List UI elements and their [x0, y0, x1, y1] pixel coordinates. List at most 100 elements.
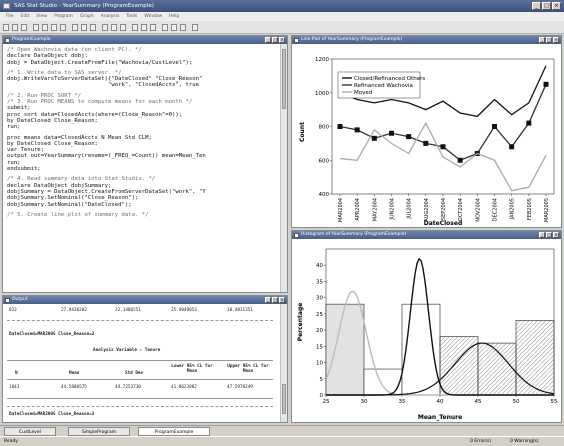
- undo-icon[interactable]: [72, 24, 78, 31]
- maximize-button[interactable]: □: [542, 2, 551, 10]
- line-maximize-button[interactable]: □: [546, 37, 552, 43]
- hist-y-tick-label: 5: [320, 377, 324, 383]
- output-text: 823 27.9438202 32.1486551 25.4049053 30.…: [3, 304, 280, 422]
- line-x-label: DateClosed: [424, 220, 462, 227]
- run-icon[interactable]: [132, 24, 138, 31]
- menu-analysis[interactable]: Analysis: [101, 12, 120, 21]
- output-analysis-title: Analysis Variable : Tenure: [93, 348, 161, 353]
- pan-icon[interactable]: [111, 24, 117, 31]
- program-maximize-button[interactable]: □: [272, 37, 278, 43]
- code-line: /* 5. Create line plot of summary data. …: [7, 211, 149, 218]
- hist-bar: [515, 320, 555, 396]
- zoom-icon[interactable]: [120, 24, 126, 31]
- hist-x-tick-label: 35: [399, 399, 406, 405]
- output-top-std: 32.1486551: [115, 308, 141, 313]
- line-marker: [423, 140, 429, 146]
- hist-close-button[interactable]: ×: [553, 232, 559, 238]
- find-icon[interactable]: [90, 24, 96, 31]
- legend-label-2: Moved: [354, 90, 372, 96]
- cut-icon[interactable]: [42, 24, 48, 31]
- program-scrollbar[interactable]: [280, 44, 287, 292]
- line-legend: Closed/Refinanced Others Refinanced Wach…: [337, 71, 425, 99]
- hist-y-tick-label: 10: [316, 361, 323, 367]
- select-icon[interactable]: [102, 24, 108, 31]
- line-plot-window: Line Plot of YearSummary (ProgramExample…: [291, 35, 562, 228]
- line-x-tick-label: AUG2004: [424, 198, 430, 222]
- line-y-tick-label: 400: [319, 192, 330, 198]
- menu-program[interactable]: Program: [54, 12, 73, 21]
- histogram-icon: [294, 232, 299, 238]
- output-divider-3: [7, 379, 273, 380]
- menu-edit[interactable]: Edit: [21, 12, 30, 21]
- output-minimize-button[interactable]: _: [265, 297, 271, 303]
- output-scrollbar[interactable]: [280, 304, 287, 422]
- hist-bar: [439, 336, 479, 396]
- menu-help[interactable]: Help: [169, 12, 179, 21]
- program-minimize-button[interactable]: _: [265, 37, 271, 43]
- save-icon[interactable]: [21, 24, 27, 31]
- paste-icon[interactable]: [60, 24, 66, 31]
- output-scrollbar-thumb[interactable]: [282, 384, 286, 414]
- open-icon[interactable]: [12, 24, 18, 31]
- hist-maximize-button[interactable]: □: [546, 232, 552, 238]
- menu-file[interactable]: File: [6, 12, 14, 21]
- output-maximize-button[interactable]: □: [272, 297, 278, 303]
- new-icon[interactable]: [3, 24, 9, 31]
- line-marker: [543, 81, 549, 87]
- tab-simpleprogram[interactable]: SimpleProgram: [68, 427, 130, 436]
- hist-y-tick-label: 30: [316, 296, 323, 302]
- stop-icon[interactable]: [141, 24, 147, 31]
- copy-icon[interactable]: [51, 24, 57, 31]
- menu-graph[interactable]: Graph: [80, 12, 94, 21]
- line-x-tick-label: OCT2004: [458, 198, 464, 221]
- table-icon[interactable]: [171, 24, 177, 31]
- line-close-button[interactable]: ×: [553, 37, 559, 43]
- minimize-button[interactable]: _: [532, 2, 541, 10]
- output-by-line-1: DateClosed=MAR2005 Close_Reason=2: [9, 332, 95, 337]
- hist-bar: [325, 303, 365, 396]
- line-x-tick-label: DEC2004: [493, 198, 499, 221]
- help-icon[interactable]: [192, 24, 198, 31]
- menu-view[interactable]: View: [36, 12, 47, 21]
- line-marker: [492, 124, 497, 129]
- print-icon[interactable]: [33, 24, 39, 31]
- program-scrollbar-thumb[interactable]: [282, 49, 286, 109]
- line-marker: [371, 135, 377, 141]
- menu-tools[interactable]: Tools: [126, 12, 137, 21]
- tab-programexample[interactable]: ProgramExample: [138, 427, 210, 436]
- menu-window[interactable]: Window: [144, 12, 162, 21]
- histogram-plot[interactable]: 051015202530354025 30 35 40 45 50 55 Percentag…: [292, 239, 561, 422]
- output-divider-5: [7, 406, 273, 407]
- status-text: Ready: [4, 439, 18, 444]
- redo-icon[interactable]: [81, 24, 87, 31]
- legend-label-0: Closed/Refinanced Others: [354, 76, 425, 82]
- output-cell-mean: 44.5800575: [61, 385, 87, 390]
- chart-icon[interactable]: [180, 24, 186, 31]
- hist-minimize-button[interactable]: _: [539, 232, 545, 238]
- close-button[interactable]: ×: [552, 2, 561, 10]
- output-window-titlebar: Output _ □ ×: [3, 296, 287, 304]
- output-divider-2: [7, 360, 273, 361]
- hist-y-tick-label: 25: [316, 312, 323, 318]
- program-close-button[interactable]: ×: [279, 37, 285, 43]
- line-plot[interactable]: 400 600 800 1000 1200 MAR2004 APR2004 MAY2004 JU…: [292, 44, 561, 227]
- histogram-titlebar: Histogram of YearSummary (ProgramExample…: [292, 231, 561, 239]
- output-window: Output _ □ × 823 27.9438202 32.1486551 25.…: [2, 295, 288, 423]
- histogram-window: Histogram of YearSummary (ProgramExample…: [291, 230, 562, 423]
- hist-x-tick-label: 25: [323, 399, 330, 405]
- line-marker: [389, 130, 394, 136]
- output-top-n: 823: [9, 308, 17, 313]
- legend-label-1: Refinanced Wachovia: [354, 83, 413, 89]
- tab-custlevel[interactable]: CustLevel: [4, 427, 56, 436]
- line-x-tick-label: JUN2004: [390, 198, 396, 221]
- output-top-lower: 25.4049053: [171, 308, 197, 313]
- line-minimize-button[interactable]: _: [539, 37, 545, 43]
- output-close-button[interactable]: ×: [279, 297, 285, 303]
- output-header-lower: Lower 95% CL for Mean: [171, 364, 213, 374]
- line-marker: [526, 120, 532, 126]
- hist-y-tick-label: 15: [316, 344, 323, 350]
- line-marker: [406, 134, 412, 140]
- grid-icon[interactable]: [162, 24, 168, 31]
- step-icon[interactable]: [150, 24, 156, 31]
- code-editor[interactable]: /* Open Wachovia data (on client PC). */…: [7, 47, 279, 218]
